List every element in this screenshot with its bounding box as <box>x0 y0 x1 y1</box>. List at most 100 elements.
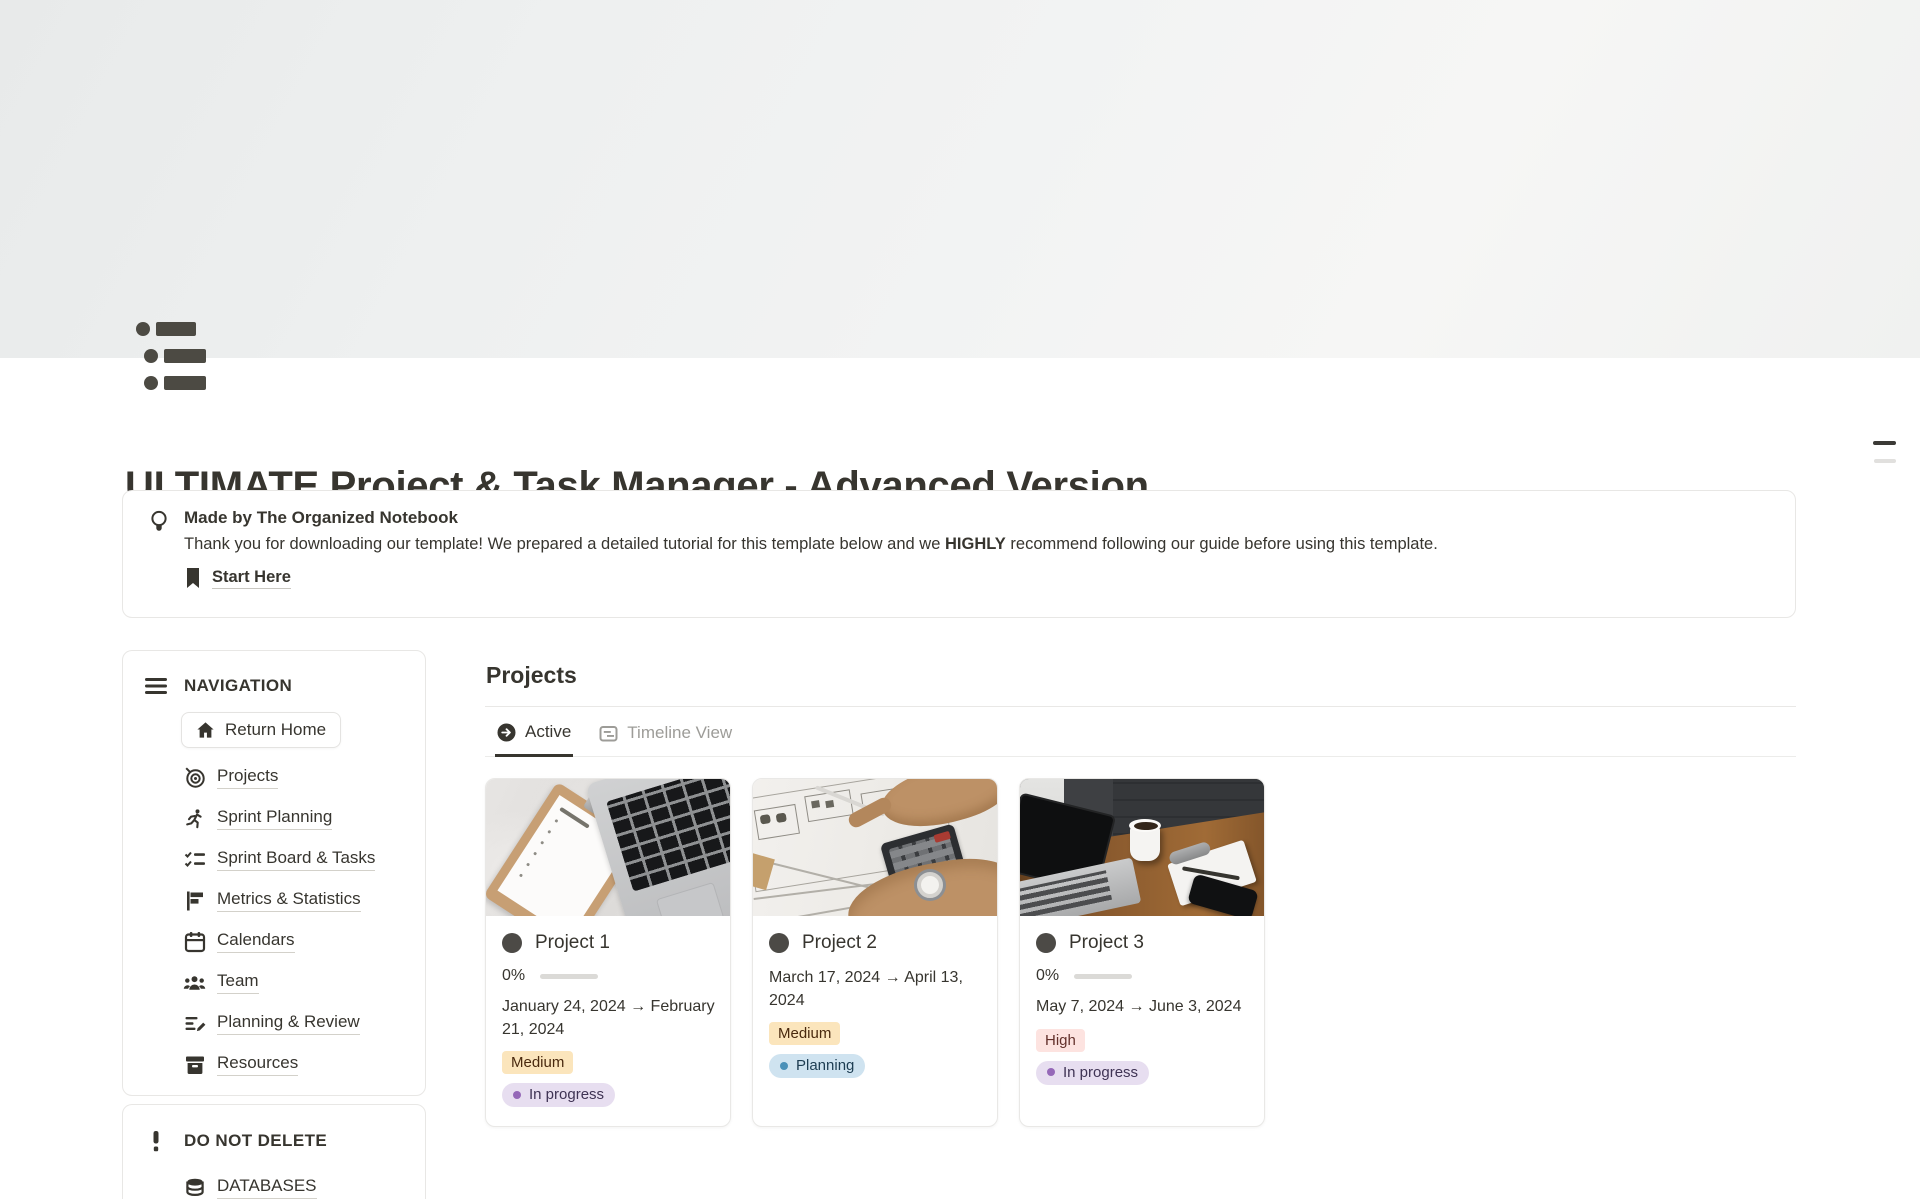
callout-title: Made by The Organized Notebook <box>184 508 1438 528</box>
status-badge: In progress <box>1036 1061 1149 1085</box>
target-icon <box>183 767 206 789</box>
progress-value: 0% <box>502 967 525 985</box>
project-1-body: Project 1 0% January 24, 2024 → February… <box>486 916 730 1107</box>
sidebar-item-label: Metrics & Statistics <box>217 889 361 912</box>
priority-badge: Medium <box>769 1022 840 1045</box>
sidebar-item-resources[interactable]: Resources <box>183 1044 409 1085</box>
notion-page: ULTIMATE Project & Task Manager - Advanc… <box>0 0 1920 1199</box>
page-cover-image <box>0 0 1920 358</box>
bookmark-icon <box>184 567 202 589</box>
project-1-cover-image <box>486 779 730 916</box>
status-dot <box>513 1091 521 1099</box>
project-date-range: March 17, 2024 → April 13, 2024 <box>769 967 993 1012</box>
priority-badge: Medium <box>502 1051 573 1074</box>
project-title: Project 2 <box>802 932 877 954</box>
sidebar-item-label: Planning & Review <box>217 1012 360 1035</box>
timeline-board-icon <box>599 724 618 743</box>
database-icon <box>183 1177 206 1199</box>
sidebar-item-projects[interactable]: Projects <box>183 757 409 798</box>
project-title: Project 1 <box>535 932 610 954</box>
navigation-items: Projects Sprint Planning <box>183 757 409 1085</box>
sidebar-item-label: Projects <box>217 766 278 789</box>
tab-timeline-view[interactable]: Timeline View <box>597 707 734 756</box>
callout-body-pre: Thank you for downloading our template! … <box>184 535 945 553</box>
project-date-range: May 7, 2024 → June 3, 2024 <box>1036 996 1260 1019</box>
sidebar-item-databases[interactable]: DATABASES <box>183 1167 409 1199</box>
sidebar-item-calendars[interactable]: Calendars <box>183 921 409 962</box>
runner-icon <box>183 808 206 830</box>
table-of-contents-indicator[interactable] <box>1873 441 1896 463</box>
status-label: Planning <box>796 1057 854 1074</box>
project-3-cover-image <box>1020 779 1264 916</box>
coffee-mug-shape <box>1130 825 1160 861</box>
sidebar-item-sprint-board[interactable]: Sprint Board & Tasks <box>183 839 409 880</box>
progress-row: 0% <box>502 967 714 985</box>
calendar-icon <box>183 931 206 953</box>
navigation-panel: NAVIGATION Return Home Projects <box>122 650 426 1096</box>
home-icon <box>196 721 215 740</box>
projects-section: Projects Active Timeline View <box>485 650 1796 1127</box>
sidebar-item-label: Sprint Planning <box>217 807 332 830</box>
plan-edit-icon <box>183 1013 206 1035</box>
lightbulb-icon <box>147 508 171 600</box>
sidebar-item-label: Team <box>217 971 259 994</box>
sidebar-item-team[interactable]: Team <box>183 962 409 1003</box>
callout-body-bold: HIGHLY <box>945 535 1006 553</box>
page-icon-bulleted-list[interactable] <box>134 318 222 392</box>
tab-active-label: Active <box>525 722 571 742</box>
sidebar-item-label: Sprint Board & Tasks <box>217 848 375 871</box>
navigation-header: NAVIGATION <box>139 675 409 697</box>
arrow-circle-right-icon <box>497 723 516 742</box>
progress-value: 0% <box>1036 967 1059 985</box>
project-cards: Project 1 0% January 24, 2024 → February… <box>485 778 1796 1127</box>
start-here-link[interactable]: Start Here <box>212 568 291 589</box>
sidebar-item-planning-review[interactable]: Planning & Review <box>183 1003 409 1044</box>
sidebar-item-label: Resources <box>217 1053 298 1076</box>
projects-heading: Projects <box>486 662 1796 689</box>
callout-body: Thank you for downloading our template! … <box>184 535 1438 554</box>
task-list-icon <box>183 849 206 871</box>
project-date-range: January 24, 2024 → February 21, 2024 <box>502 996 726 1041</box>
project-card-1[interactable]: Project 1 0% January 24, 2024 → February… <box>485 778 731 1127</box>
callout-text: Made by The Organized Notebook Thank you… <box>184 508 1438 600</box>
progress-row: 0% <box>1036 967 1248 985</box>
status-label: In progress <box>1063 1064 1138 1081</box>
hamburger-menu-icon <box>144 675 168 697</box>
sidebar-item-label: Calendars <box>217 930 295 953</box>
toc-dash-active[interactable] <box>1873 441 1896 445</box>
project-card-2[interactable]: Project 2 March 17, 2024 → April 13, 202… <box>752 778 998 1127</box>
project-3-body: Project 3 0% May 7, 2024 → June 3, 2024 … <box>1020 916 1264 1085</box>
exclamation-icon <box>144 1129 168 1153</box>
sidebar-item-metrics[interactable]: Metrics & Statistics <box>183 880 409 921</box>
toc-dash[interactable] <box>1874 459 1896 463</box>
do-not-delete-items: DATABASES <box>183 1167 409 1199</box>
do-not-delete-header: DO NOT DELETE <box>139 1129 409 1153</box>
progress-bar <box>540 974 598 979</box>
do-not-delete-title: DO NOT DELETE <box>184 1131 327 1151</box>
priority-badge: High <box>1036 1029 1085 1052</box>
progress-bar <box>1074 974 1132 979</box>
people-icon <box>183 973 206 993</box>
sidebar-item-sprint-planning[interactable]: Sprint Planning <box>183 798 409 839</box>
gray-circle-icon <box>769 933 789 953</box>
status-dot <box>780 1062 788 1070</box>
status-label: In progress <box>529 1086 604 1103</box>
do-not-delete-panel: DO NOT DELETE DATABASES <box>122 1104 426 1199</box>
start-here-row: Start Here <box>184 567 1438 589</box>
wristwatch-shape <box>917 872 943 898</box>
sidebar-item-label: DATABASES <box>217 1176 317 1199</box>
callout-body-post: recommend following our guide before usi… <box>1006 535 1438 553</box>
return-home-button[interactable]: Return Home <box>181 712 341 748</box>
project-title: Project 3 <box>1069 932 1144 954</box>
tab-active[interactable]: Active <box>495 707 573 757</box>
gray-circle-icon <box>502 933 522 953</box>
trackpad-shape <box>656 882 724 916</box>
status-badge: Planning <box>769 1054 865 1078</box>
tab-timeline-label: Timeline View <box>627 723 732 743</box>
return-home-label: Return Home <box>225 720 326 740</box>
keyboard-shape <box>606 779 730 892</box>
project-card-3[interactable]: Project 3 0% May 7, 2024 → June 3, 2024 … <box>1019 778 1265 1127</box>
navigation-title: NAVIGATION <box>184 676 292 696</box>
made-by-callout: Made by The Organized Notebook Thank you… <box>122 490 1796 618</box>
status-badge: In progress <box>502 1083 615 1107</box>
